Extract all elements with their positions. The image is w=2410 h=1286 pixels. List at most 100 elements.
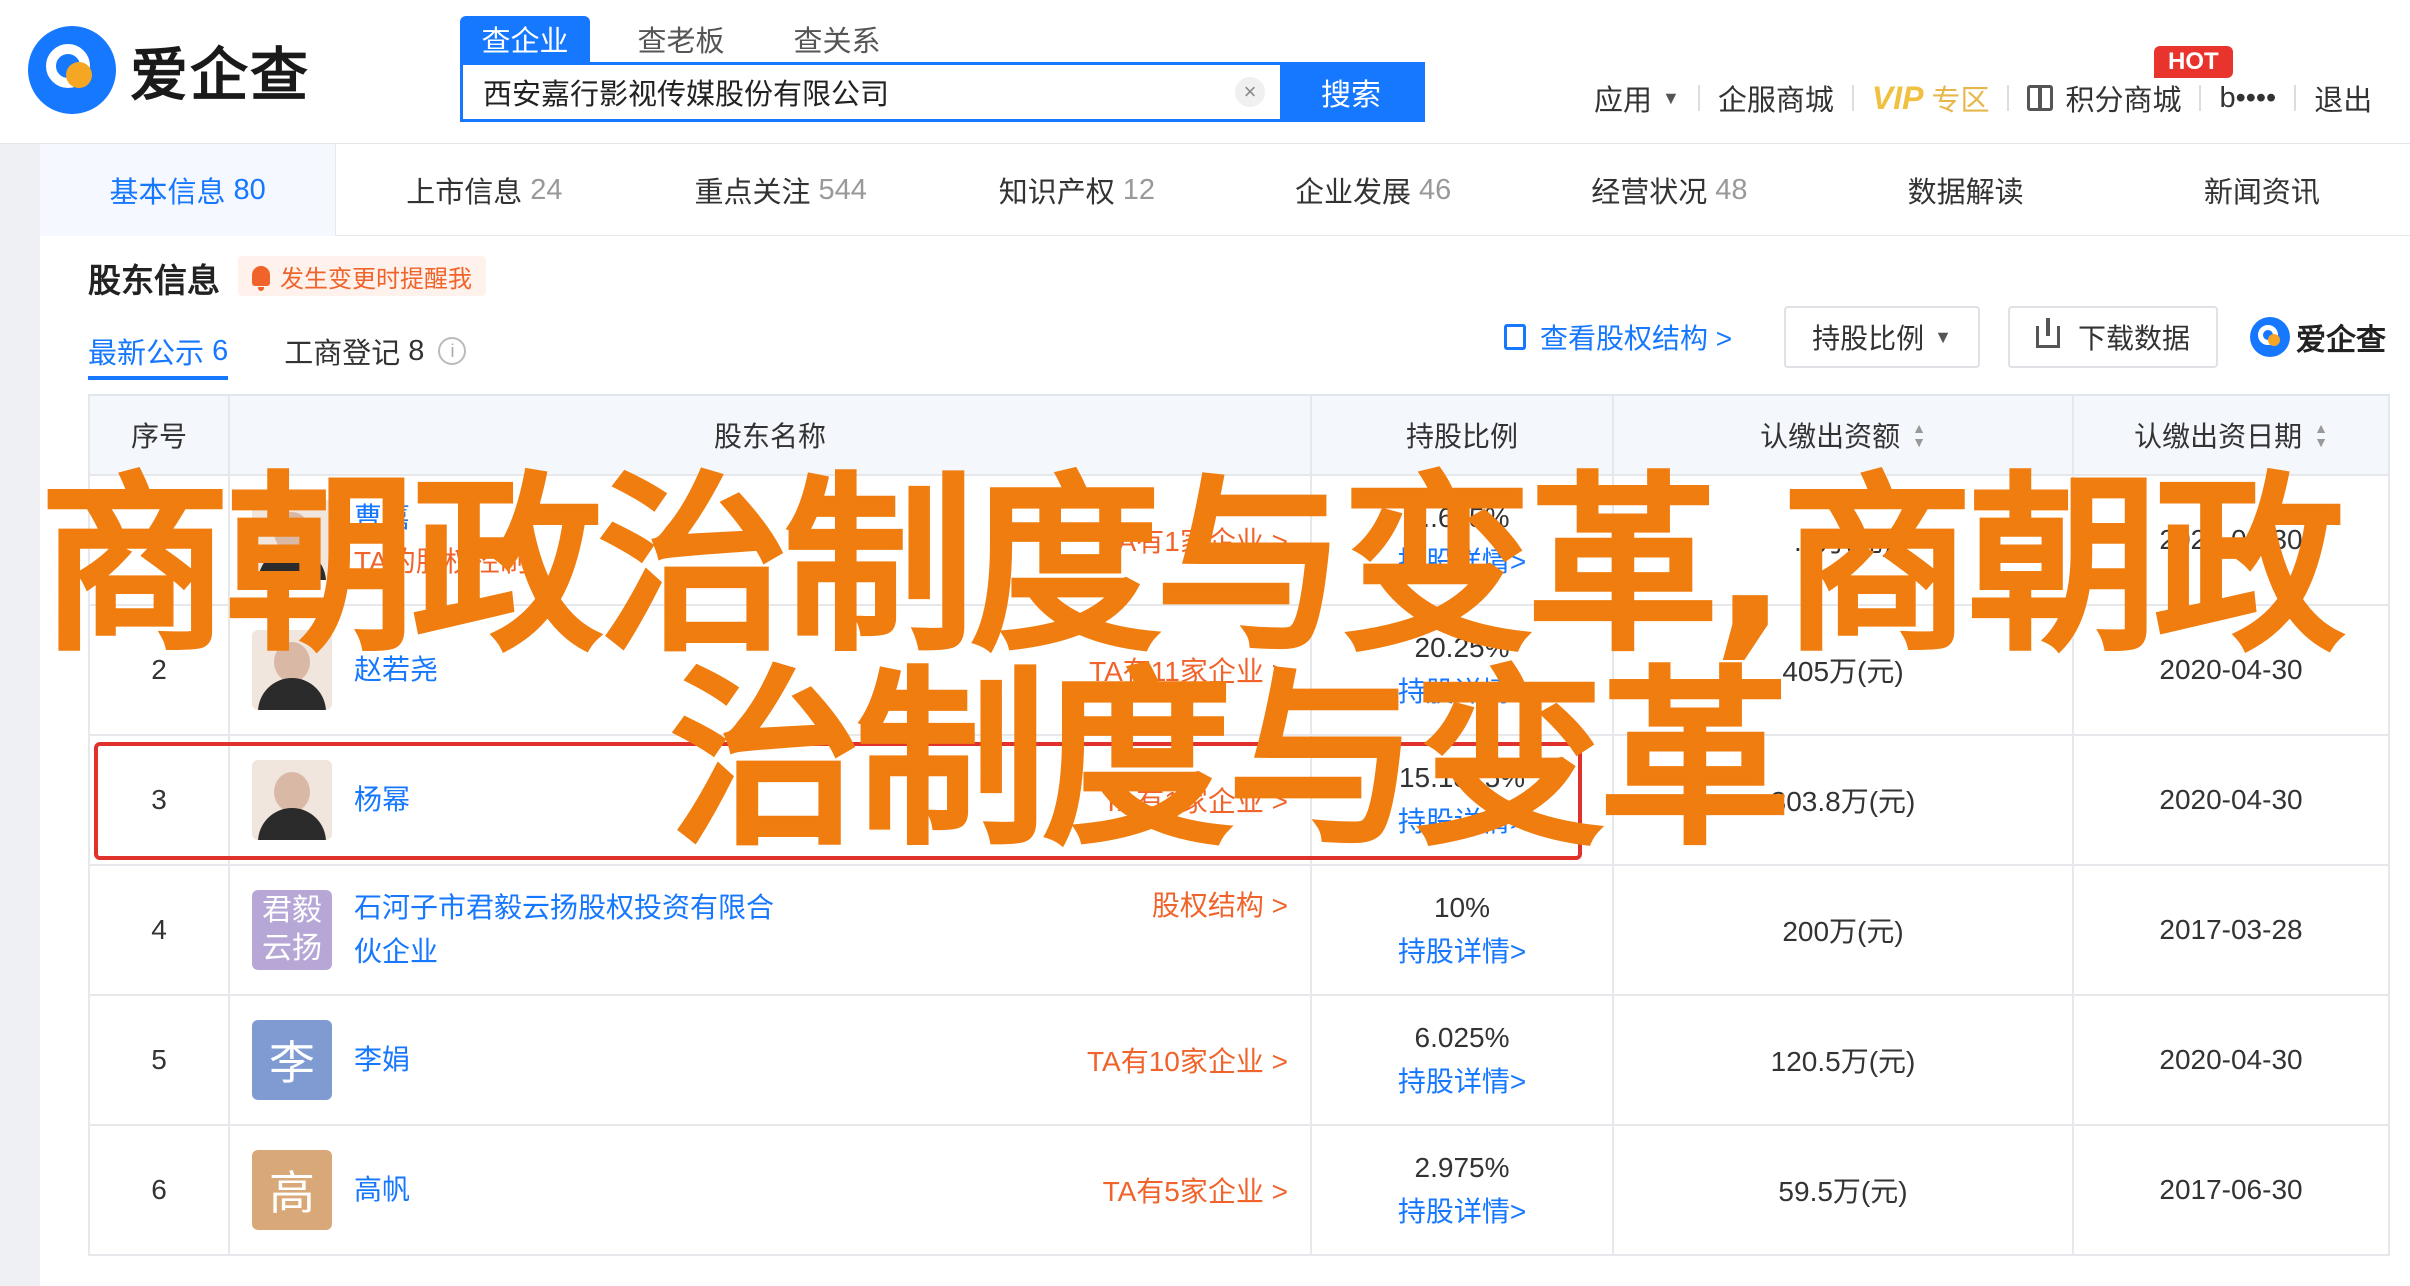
holder-name-continued[interactable]: 伙企业 xyxy=(354,930,774,974)
holding-detail-link[interactable]: 持股详情> xyxy=(1398,670,1526,714)
document-icon xyxy=(1504,324,1526,350)
date-cell: 2017-06-30 xyxy=(2072,1126,2390,1254)
holding-detail-link[interactable]: 持股详情> xyxy=(1398,930,1526,974)
search-box: × 搜索 xyxy=(460,62,1425,122)
tab-count: 24 xyxy=(530,173,563,206)
info-icon[interactable]: i xyxy=(438,337,467,365)
row-no: 1 xyxy=(88,476,228,604)
holder-companies-link[interactable]: TA有5家企业 > xyxy=(1103,1126,1288,1254)
capital-cell: 303.8万(元) xyxy=(1612,736,2072,864)
row-no: 5 xyxy=(88,996,228,1124)
holder-name-link[interactable]: 曹嘉 xyxy=(354,496,528,540)
holder-cell: 曹嘉 TA的股权控制 TA有1家企业 > xyxy=(228,476,1310,604)
hot-badge: HOT xyxy=(2154,46,2233,78)
tab-ip[interactable]: 知识产权 12 xyxy=(929,144,1225,236)
holder-names: 石河子市君毅云扬股权投资有限合 伙企业 xyxy=(332,886,774,974)
logo-text: 爱企查 xyxy=(130,43,311,108)
tab-development[interactable]: 企业发展 46 xyxy=(1225,144,1521,236)
brand-watermark: 爱企查 xyxy=(2250,315,2386,359)
search-button[interactable]: 搜索 xyxy=(1280,65,1422,119)
table-header: 序号 股东名称 持股比例 认缴出资额 ▲ ▼ 认缴出资日期 ▲ ▼ xyxy=(88,396,2390,476)
holder-companies-link[interactable]: TA有10家企业 > xyxy=(1087,996,1288,1124)
pct-cell: 20.25% 持股详情> xyxy=(1310,606,1612,734)
pct-value: 10% xyxy=(1433,892,1491,923)
avatar xyxy=(252,500,332,580)
search-tabs: 查企业 查老板 查关系 xyxy=(460,16,1425,62)
sub-tabs: 最新公示 6 工商登记 8i xyxy=(88,322,522,380)
main-tabs: 基本信息 80 上市信息 24 重点关注 544 知识产权 12 企业发展 46 经营状况… xyxy=(40,144,2410,236)
holder-name-link[interactable]: 石河子市君毅云扬股权投资有限合 xyxy=(354,886,774,930)
pct-cell: 2.975% 持股详情> xyxy=(1310,1126,1612,1254)
nav-user[interactable]: b•••• xyxy=(2219,82,2276,115)
nav-apps-label: 应用 xyxy=(1594,85,1653,117)
header-date[interactable]: 认缴出资日期 ▲ ▼ xyxy=(2072,396,2390,474)
nav-points[interactable]: 积分商城 xyxy=(2027,77,2181,119)
nav-apps[interactable]: 应用 ▼ xyxy=(1594,77,1680,119)
gift-icon xyxy=(2027,85,2054,111)
change-alert-button[interactable]: 发生变更时提醒我 xyxy=(238,256,486,296)
divider xyxy=(2007,85,2010,111)
holder-name-link[interactable]: 李娟 xyxy=(354,1038,410,1082)
tab-count: 46 xyxy=(1419,173,1452,206)
tab-count: 80 xyxy=(233,173,266,206)
table-row: 6 高 高帆 TA有5家企业 > 2.975% 持股详情> 59.5万(元) 20… xyxy=(88,1126,2390,1256)
top-header: 爱企查 查企业 查老板 查关系 × 搜索 应用 ▼ 企服商城 VIP专区 积分商城… xyxy=(0,0,2410,144)
search-tab-company[interactable]: 查企业 xyxy=(460,16,590,62)
holding-detail-link[interactable]: 持股详情> xyxy=(1398,1060,1526,1104)
tab-count: 48 xyxy=(1715,173,1748,206)
tab-data-analysis[interactable]: 数据解读 xyxy=(1818,144,2114,236)
divider xyxy=(2294,85,2297,111)
avatar: 高 xyxy=(252,1150,332,1230)
tab-label: 重点关注 xyxy=(694,177,811,209)
holder-name-link[interactable]: 赵若尧 xyxy=(354,648,438,692)
holder-cell: 君毅 云扬 石河子市君毅云扬股权投资有限合 伙企业 股权结构 > xyxy=(228,866,1310,994)
download-button[interactable]: 下载数据 xyxy=(2007,306,2218,368)
header-no: 序号 xyxy=(88,396,228,474)
header-date-label: 认缴出资日期 xyxy=(2134,421,2303,452)
tab-operations[interactable]: 经营状况 48 xyxy=(1521,144,1817,236)
caret-down-icon: ▼ xyxy=(1662,87,1680,108)
date-cell: 2020-04-30 xyxy=(2072,606,2390,734)
header-capital[interactable]: 认缴出资额 ▲ ▼ xyxy=(1612,396,2072,474)
tab-key-focus[interactable]: 重点关注 544 xyxy=(633,144,929,236)
row-no: 2 xyxy=(88,606,228,734)
avatar-text: 君毅 xyxy=(262,894,322,927)
tab-label: 新闻资讯 xyxy=(2203,177,2320,209)
tab-listing-info[interactable]: 上市信息 24 xyxy=(336,144,632,236)
holding-detail-link[interactable]: 持股详情> xyxy=(1398,1190,1526,1234)
holder-equity-link[interactable]: TA的股权控制 xyxy=(354,540,528,584)
holder-companies-link[interactable]: TA有1家企业 > xyxy=(1103,476,1288,604)
nav-points-label: 积分商城 xyxy=(2065,85,2182,117)
holder-cell: 李 李娟 TA有10家企业 > xyxy=(228,996,1310,1124)
table-row: 4 君毅 云扬 石河子市君毅云扬股权投资有限合 伙企业 股权结构 > 10% 持股详… xyxy=(88,866,2390,996)
pct-value: 20.25% xyxy=(1414,632,1510,663)
capital-cell: 405万(元) xyxy=(1612,606,2072,734)
holder-companies-link[interactable]: TA有11家企业 > xyxy=(1089,606,1288,734)
sub-tab-registry[interactable]: 工商登记 8i xyxy=(284,322,467,380)
tab-basic-info[interactable]: 基本信息 80 xyxy=(40,144,337,236)
search-tab-relation[interactable]: 查关系 xyxy=(772,16,902,62)
holder-names: 曹嘉 TA的股权控制 xyxy=(332,496,528,584)
brand-logo[interactable]: 爱企查 xyxy=(28,22,310,118)
nav-logout[interactable]: 退出 xyxy=(2314,77,2372,119)
capital-cell: 59.5万(元) xyxy=(1612,1126,2072,1254)
holder-cell: 赵若尧 TA有11家企业 > xyxy=(228,606,1310,734)
nav-services[interactable]: 企服商城 xyxy=(1718,77,1834,119)
holding-detail-link[interactable]: 持股详情> xyxy=(1398,540,1526,584)
date-cell: 2020-04-30 xyxy=(2072,736,2390,864)
search-input[interactable] xyxy=(463,65,1220,119)
clear-search-button[interactable]: × xyxy=(1220,65,1280,119)
pct-cell: 6.025% 持股详情> xyxy=(1310,996,1612,1124)
pct-cell: ...625% 持股详情> xyxy=(1310,476,1612,604)
nav-vip[interactable]: VIP 专区 xyxy=(1872,77,1990,119)
sub-tab-latest[interactable]: 最新公示 6 xyxy=(88,322,229,380)
view-structure-link[interactable]: 查看股权结构 > xyxy=(1504,317,1732,357)
tab-label: 经营状况 xyxy=(1591,177,1708,209)
sort-dropdown[interactable]: 持股比例 ▼ xyxy=(1784,306,1980,368)
search-tab-boss[interactable]: 查老板 xyxy=(616,16,746,62)
sub-tab-label: 最新公示 xyxy=(88,338,205,370)
download-label: 下载数据 xyxy=(2077,323,2190,354)
holder-name-link[interactable]: 高帆 xyxy=(354,1168,410,1212)
tab-news[interactable]: 新闻资讯 xyxy=(2114,144,2410,236)
avatar: 君毅 云扬 xyxy=(252,890,332,970)
